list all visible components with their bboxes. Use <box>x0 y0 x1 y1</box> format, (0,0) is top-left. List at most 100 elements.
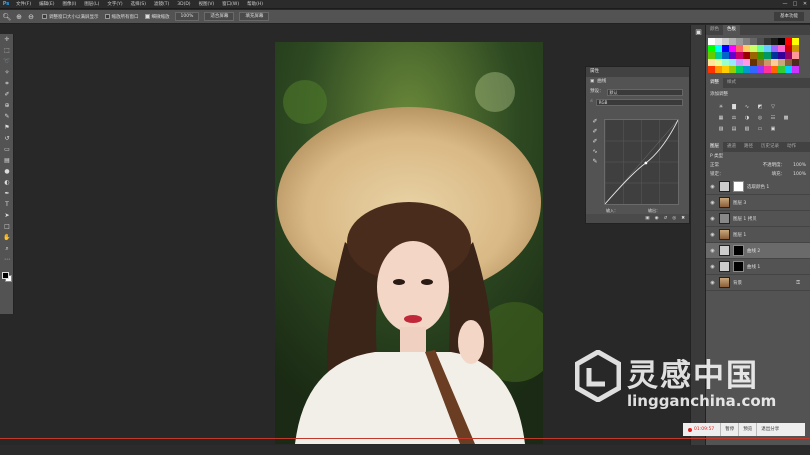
fill-screen-button[interactable]: 填充屏幕 <box>239 12 270 21</box>
color-swatch[interactable] <box>729 66 736 73</box>
white-point-eyedropper-icon[interactable]: ✐ <box>590 137 600 147</box>
color-swatch[interactable] <box>764 38 771 45</box>
color-swatch[interactable] <box>778 59 785 66</box>
tab-adjustments[interactable]: 调整 <box>706 78 723 88</box>
maximize-button[interactable]: □ <box>790 0 800 9</box>
blur-tool-icon[interactable]: ● <box>0 166 14 177</box>
color-swatch[interactable] <box>743 66 750 73</box>
color-swatch[interactable] <box>778 52 785 59</box>
color-swatch[interactable] <box>736 59 743 66</box>
zoom-all-windows-checkbox[interactable]: 缩放所有窗口 <box>104 14 139 20</box>
color-swatch[interactable] <box>729 38 736 45</box>
color-swatch[interactable] <box>722 38 729 45</box>
visibility-eye-icon[interactable]: ◉ <box>709 264 716 270</box>
color-swatch[interactable] <box>764 52 771 59</box>
brightness-contrast-icon[interactable]: ☀ <box>716 103 726 111</box>
menu-view[interactable]: 视图(V) <box>195 0 219 9</box>
color-swatch[interactable] <box>785 52 792 59</box>
color-swatch[interactable] <box>743 52 750 59</box>
menu-image[interactable]: 图像(I) <box>58 0 80 9</box>
view-previous-icon[interactable]: ◉ <box>655 214 659 223</box>
visibility-eye-icon[interactable]: ◉ <box>709 184 716 190</box>
minimize-button[interactable]: — <box>780 0 790 9</box>
swatches-grid[interactable] <box>706 35 810 76</box>
layer-row[interactable]: ◉ 曲线 1 <box>706 259 810 275</box>
color-swatch[interactable] <box>778 38 785 45</box>
color-swatch[interactable] <box>757 45 764 52</box>
tab-actions[interactable]: 动作 <box>783 142 800 152</box>
color-swatch[interactable] <box>743 59 750 66</box>
black-white-icon[interactable]: ◑ <box>742 114 752 122</box>
blend-mode-select[interactable]: 正常 <box>710 161 719 170</box>
zoom-tool-icon[interactable]: ⌕ <box>0 243 14 254</box>
layer-row[interactable]: ◉ 曲线 2 <box>706 243 810 259</box>
threshold-icon[interactable]: ▧ <box>742 125 752 133</box>
hue-saturation-icon[interactable]: ▦ <box>716 114 726 122</box>
color-swatch[interactable] <box>771 45 778 52</box>
menu-3d[interactable]: 3D(D) <box>173 0 194 9</box>
history-brush-tool-icon[interactable]: ↺ <box>0 133 14 144</box>
quick-select-tool-icon[interactable]: ✧ <box>0 67 14 78</box>
history-panel-icon[interactable]: ▣ <box>691 25 706 39</box>
color-swatch[interactable] <box>729 52 736 59</box>
layer-row[interactable]: ◉ 图层 1 拷贝 <box>706 211 810 227</box>
visibility-eye-icon[interactable]: ◉ <box>709 280 716 286</box>
foreground-color-swatch[interactable] <box>2 272 9 279</box>
fill-value[interactable]: 100% <box>793 170 806 179</box>
menu-help[interactable]: 帮助(H) <box>243 0 267 9</box>
color-swatch[interactable] <box>792 66 799 73</box>
color-swatch[interactable] <box>771 59 778 66</box>
color-swatch[interactable] <box>715 38 722 45</box>
color-swatch[interactable] <box>750 59 757 66</box>
posterize-icon[interactable]: ▤ <box>729 125 739 133</box>
color-swatch[interactable] <box>771 66 778 73</box>
color-swatch[interactable] <box>778 45 785 52</box>
pen-tool-icon[interactable]: ✒ <box>0 188 14 199</box>
brush-tool-icon[interactable]: ✎ <box>0 111 14 122</box>
path-select-tool-icon[interactable]: ➤ <box>0 210 14 221</box>
curve-point-mode-icon[interactable]: ∿ <box>590 147 600 157</box>
vibrance-icon[interactable]: ▽ <box>768 103 778 111</box>
shape-tool-icon[interactable]: □ <box>0 221 14 232</box>
color-swatch[interactable] <box>708 52 715 59</box>
zoom-out-icon[interactable]: ⊖ <box>26 12 36 22</box>
color-lookup-icon[interactable]: ▩ <box>781 114 791 122</box>
tab-history[interactable]: 历史记录 <box>757 142 783 152</box>
photo-filter-icon[interactable]: ◎ <box>755 114 765 122</box>
pause-button[interactable]: 暂停 <box>720 423 738 436</box>
selective-color-icon[interactable]: ▣ <box>768 125 778 133</box>
tab-paths[interactable]: 路径 <box>740 142 757 152</box>
color-swatch[interactable] <box>708 66 715 73</box>
color-swatch[interactable] <box>722 45 729 52</box>
reset-icon[interactable]: ↺ <box>664 214 668 223</box>
visibility-eye-icon[interactable]: ◉ <box>709 248 716 254</box>
color-swatch[interactable] <box>722 66 729 73</box>
color-swatch[interactable] <box>785 66 792 73</box>
menu-window[interactable]: 窗口(W) <box>218 0 243 9</box>
zoom-in-icon[interactable]: ⊕ <box>14 12 24 22</box>
crop-tool-icon[interactable]: ⌗ <box>0 78 14 89</box>
invert-icon[interactable]: ▨ <box>716 125 726 133</box>
lasso-tool-icon[interactable]: ➰ <box>0 56 14 67</box>
color-swatch[interactable] <box>792 59 799 66</box>
color-swatch[interactable] <box>764 59 771 66</box>
color-swatch[interactable] <box>722 52 729 59</box>
layer-row[interactable]: ◉ 图层 1 <box>706 227 810 243</box>
color-swatch[interactable] <box>785 38 792 45</box>
zoom-tool-icon[interactable]: 🔍︎ <box>2 12 12 22</box>
color-swatch[interactable] <box>785 45 792 52</box>
color-swatch[interactable] <box>715 66 722 73</box>
visibility-eye-icon[interactable]: ◉ <box>709 200 716 206</box>
color-swatch[interactable] <box>757 52 764 59</box>
move-tool-icon[interactable]: ✛ <box>0 34 14 45</box>
tab-color[interactable]: 颜色 <box>706 25 723 35</box>
channel-mixer-icon[interactable]: ☷ <box>768 114 778 122</box>
color-swatch[interactable] <box>750 66 757 73</box>
color-swatch[interactable] <box>736 52 743 59</box>
clip-to-layer-icon[interactable]: ▣ <box>645 214 649 223</box>
curves-graph[interactable] <box>604 119 679 205</box>
color-swatch[interactable] <box>708 45 715 52</box>
color-swatch[interactable] <box>792 45 799 52</box>
gradient-tool-icon[interactable]: ▤ <box>0 155 14 166</box>
workspace-switcher[interactable]: 基本功能 <box>774 12 804 21</box>
